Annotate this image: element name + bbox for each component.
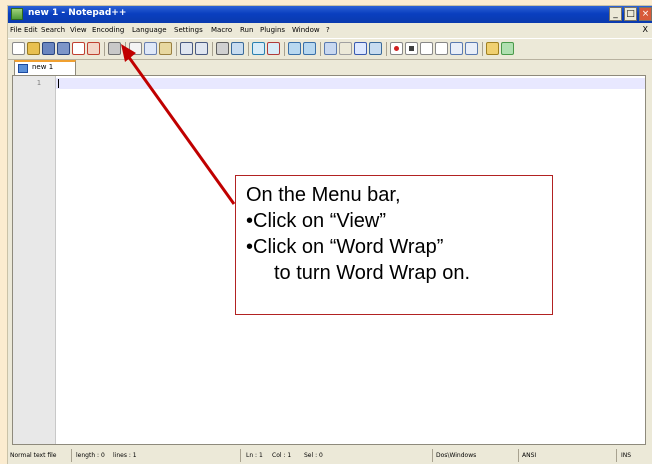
spellcheck-icon[interactable] [501, 42, 514, 55]
save-all-icon[interactable] [57, 42, 70, 55]
status-lines: lines : 1 [113, 452, 137, 459]
sync-v-icon[interactable] [288, 42, 301, 55]
zoom-in-icon[interactable] [252, 42, 265, 55]
close-file-icon[interactable] [72, 42, 85, 55]
status-ln: Ln : 1 [246, 452, 263, 459]
menu-run[interactable]: Run [240, 26, 253, 34]
word-wrap-icon[interactable] [324, 42, 337, 55]
tab-new-1[interactable]: new 1 [14, 60, 76, 75]
doc-map-icon[interactable] [465, 42, 478, 55]
status-sel: Sel : 0 [304, 452, 323, 459]
menu-edit[interactable]: Edit [24, 26, 38, 34]
copy-icon[interactable] [144, 42, 157, 55]
line-number-gutter: 1 [13, 76, 56, 444]
callout-line-3: •Click on “Word Wrap” [246, 236, 444, 258]
zoom-out-icon[interactable] [267, 42, 280, 55]
close-button[interactable]: × [639, 7, 652, 21]
stop-record-icon[interactable] [405, 42, 418, 55]
menu-file[interactable]: File [10, 26, 22, 34]
replace-icon[interactable] [231, 42, 244, 55]
minimize-button[interactable]: _ [609, 7, 622, 21]
tab-label: new 1 [32, 63, 54, 71]
status-encoding: ANSI [522, 452, 537, 459]
redo-icon[interactable] [195, 42, 208, 55]
find-icon[interactable] [216, 42, 229, 55]
show-all-chars-icon[interactable] [339, 42, 352, 55]
close-document-icon[interactable]: X [643, 25, 648, 34]
status-bar: Normal text file length : 0 lines : 1 Ln… [8, 448, 652, 464]
print-icon[interactable] [108, 42, 121, 55]
open-file-icon[interactable] [27, 42, 40, 55]
status-file-type: Normal text file [10, 452, 57, 459]
status-eol: Dos\Windows [436, 452, 477, 459]
callout-line-1: On the Menu bar, [246, 184, 401, 206]
menu-window[interactable]: Window [292, 26, 320, 34]
window-title: new 1 - Notepad++ [28, 8, 127, 18]
toolbar [8, 38, 652, 60]
callout-line-4: to turn Word Wrap on. [274, 262, 471, 284]
close-all-icon[interactable] [87, 42, 100, 55]
function-list-icon[interactable] [486, 42, 499, 55]
menu-help[interactable]: ? [326, 26, 330, 34]
menu-encoding[interactable]: Encoding [92, 26, 124, 34]
maximize-button[interactable]: □ [624, 7, 637, 21]
status-length: length : 0 [76, 452, 105, 459]
new-file-icon[interactable] [12, 42, 25, 55]
sync-h-icon[interactable] [303, 42, 316, 55]
play-macro-icon[interactable] [420, 42, 433, 55]
menu-bar: File Edit Search View Encoding Language … [8, 24, 652, 37]
cut-icon[interactable] [129, 42, 142, 55]
status-mode: INS [621, 452, 632, 459]
menu-plugins[interactable]: Plugins [260, 26, 285, 34]
undo-icon[interactable] [180, 42, 193, 55]
menu-language[interactable]: Language [132, 26, 167, 34]
notepad-app-icon [11, 8, 23, 20]
instruction-callout: On the Menu bar, •Click on “View” •Click… [235, 175, 553, 315]
paste-icon[interactable] [159, 42, 172, 55]
menu-macro[interactable]: Macro [211, 26, 232, 34]
save-icon[interactable] [42, 42, 55, 55]
record-macro-icon[interactable] [390, 42, 403, 55]
line-number: 1 [36, 79, 41, 87]
current-line-highlight [56, 78, 645, 89]
fold-icon[interactable] [369, 42, 382, 55]
callout-line-2: •Click on “View” [246, 210, 386, 232]
indent-guide-icon[interactable] [354, 42, 367, 55]
status-col: Col : 1 [272, 452, 292, 459]
tab-bar: new 1 [8, 59, 652, 75]
save-macro-icon[interactable] [450, 42, 463, 55]
saved-file-icon [18, 64, 28, 73]
title-bar[interactable]: new 1 - Notepad++ _ □ × [8, 6, 652, 23]
text-caret [58, 79, 59, 88]
menu-settings[interactable]: Settings [174, 26, 203, 34]
play-multiple-icon[interactable] [435, 42, 448, 55]
menu-search[interactable]: Search [41, 26, 65, 34]
menu-view[interactable]: View [70, 26, 87, 34]
